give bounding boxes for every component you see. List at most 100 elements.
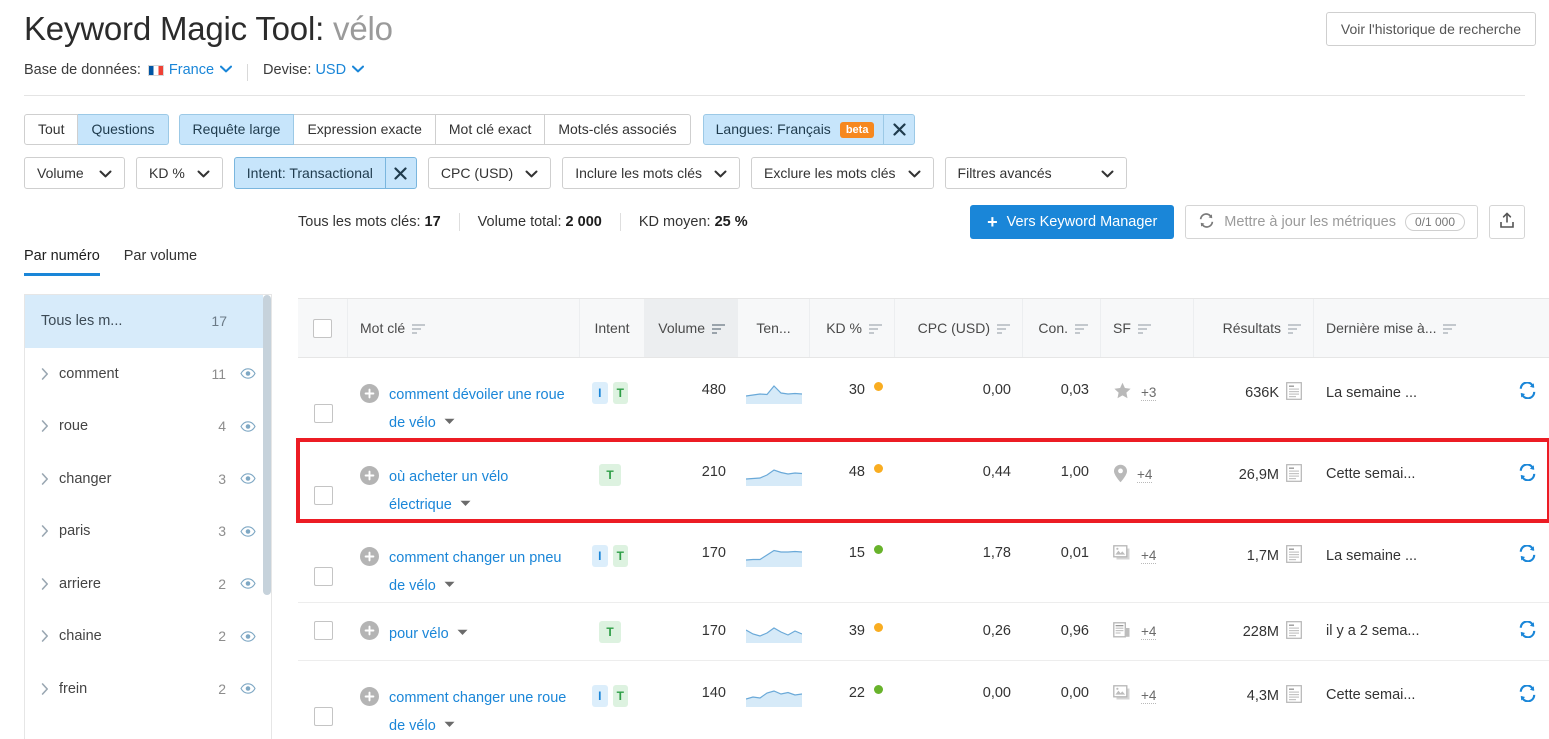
match-type-questions[interactable]: Questions xyxy=(78,114,169,145)
eye-icon[interactable] xyxy=(240,630,257,642)
add-keyword-icon[interactable] xyxy=(360,547,379,566)
language-filter-chip[interactable]: Langues: Français beta xyxy=(702,114,916,145)
keyword-link[interactable]: pour vélo xyxy=(389,619,468,647)
select-all-checkbox[interactable] xyxy=(313,318,332,338)
include-keywords-dropdown[interactable]: Inclure les mots clés xyxy=(562,157,741,189)
eye-icon[interactable] xyxy=(240,683,257,695)
add-keyword-icon[interactable] xyxy=(360,384,379,403)
row-checkbox[interactable] xyxy=(313,485,333,505)
table-row[interactable]: où acheter un vélo électrique T 210 48 0… xyxy=(296,437,1549,523)
news-icon[interactable] xyxy=(1113,621,1132,643)
eye-icon[interactable] xyxy=(240,578,257,590)
serp-preview-icon[interactable] xyxy=(1286,545,1302,567)
cpc-filter-dropdown[interactable]: CPC (USD) xyxy=(427,157,552,189)
chevron-down-icon[interactable] xyxy=(444,711,455,737)
intent-badge-informational[interactable]: I xyxy=(592,545,608,567)
match-type-requete-large[interactable]: Requête large xyxy=(178,114,295,145)
remove-language-filter-button[interactable] xyxy=(883,115,914,144)
row-checkbox[interactable] xyxy=(313,567,333,586)
row-checkbox[interactable] xyxy=(313,706,333,726)
sidebar-item-paris[interactable]: paris 3 xyxy=(25,505,271,558)
kd-filter-dropdown[interactable]: KD % xyxy=(136,157,223,189)
eye-icon[interactable] xyxy=(240,473,257,485)
chevron-down-icon[interactable] xyxy=(444,408,455,434)
chevron-down-icon[interactable] xyxy=(352,65,365,73)
currency-value[interactable]: USD xyxy=(315,62,346,78)
serp-preview-icon[interactable] xyxy=(1286,684,1302,707)
chevron-down-icon[interactable] xyxy=(460,490,471,516)
column-header-keyword[interactable]: Mot clé xyxy=(348,299,580,357)
eye-icon[interactable] xyxy=(240,420,257,432)
database-value[interactable]: France xyxy=(169,62,214,78)
column-header-cpc[interactable]: CPC (USD) xyxy=(895,299,1023,357)
match-type-mot-cle-exact[interactable]: Mot clé exact xyxy=(435,114,546,145)
table-row[interactable]: comment changer une roue de vélo I T 140… xyxy=(298,660,1549,739)
column-header-competition[interactable]: Con. xyxy=(1023,299,1101,357)
sidebar-tab-par-numero[interactable]: Par numéro xyxy=(24,248,100,276)
serp-features-count[interactable]: +3 xyxy=(1141,385,1157,401)
intent-filter-chip[interactable]: Intent: Transactional xyxy=(233,157,417,189)
column-header-results[interactable]: Résultats xyxy=(1194,299,1314,357)
refresh-icon[interactable] xyxy=(1518,462,1537,485)
volume-filter-dropdown[interactable]: Volume xyxy=(24,157,125,189)
chevron-down-icon[interactable] xyxy=(457,619,468,645)
add-to-keyword-manager-button[interactable]: + Vers Keyword Manager xyxy=(970,205,1175,239)
column-header-last-update[interactable]: Dernière mise à... xyxy=(1314,299,1549,357)
sidebar-scrollbar-track[interactable] xyxy=(263,295,271,739)
match-type-tout[interactable]: Tout xyxy=(24,114,79,145)
match-type-mots-cles-associes[interactable]: Mots-clés associés xyxy=(545,114,691,145)
keyword-link[interactable]: comment changer un pneu de vélo xyxy=(389,545,568,599)
intent-badge-informational[interactable]: I xyxy=(592,684,608,707)
table-row[interactable]: comment dévoiler une roue de vélo I T 48… xyxy=(298,358,1549,440)
add-keyword-icon[interactable] xyxy=(360,465,379,485)
column-header-serp-features[interactable]: SF xyxy=(1101,299,1194,357)
map-pin-icon[interactable] xyxy=(1113,464,1128,487)
intent-badge-informational[interactable]: I xyxy=(592,382,608,404)
intent-badge-transactional[interactable]: T xyxy=(599,463,621,486)
intent-badge-transactional[interactable]: T xyxy=(599,620,621,643)
add-keyword-icon[interactable] xyxy=(360,686,379,706)
column-header-kd[interactable]: KD % xyxy=(810,299,895,357)
sidebar-tab-par-volume[interactable]: Par volume xyxy=(124,248,197,276)
serp-features-count[interactable]: +4 xyxy=(1141,688,1157,704)
sidebar-item-comment[interactable]: comment 11 xyxy=(25,348,271,401)
serp-features-count[interactable]: +4 xyxy=(1141,548,1157,564)
search-history-button[interactable]: Voir l'historique de recherche xyxy=(1325,12,1536,46)
sidebar-item-arriere[interactable]: arriere 2 xyxy=(25,558,271,611)
remove-intent-filter-button[interactable] xyxy=(384,158,416,188)
keyword-link[interactable]: comment dévoiler une roue de vélo xyxy=(389,382,568,436)
sidebar-item-roue[interactable]: roue 4 xyxy=(25,400,271,453)
serp-features-count[interactable]: +4 xyxy=(1137,467,1153,483)
add-keyword-icon[interactable] xyxy=(360,620,379,640)
image-pack-icon[interactable] xyxy=(1113,684,1132,707)
sidebar-scrollbar-thumb[interactable] xyxy=(263,295,271,595)
eye-icon[interactable] xyxy=(240,368,257,380)
refresh-icon[interactable] xyxy=(1518,544,1537,566)
export-button[interactable] xyxy=(1489,205,1525,239)
sidebar-item-chaine[interactable]: chaine 2 xyxy=(25,610,271,663)
image-pack-icon[interactable] xyxy=(1113,545,1132,567)
chevron-down-icon[interactable] xyxy=(220,65,233,73)
intent-badge-transactional[interactable]: T xyxy=(612,545,628,567)
sidebar-item-changer[interactable]: changer 3 xyxy=(25,453,271,506)
table-row[interactable]: pour vélo T 170 39 0,26 0,96 +4 228M il … xyxy=(298,602,1549,661)
intent-badge-transactional[interactable]: T xyxy=(612,684,628,707)
chevron-down-icon[interactable] xyxy=(444,571,455,597)
sidebar-item-tous-les-mots[interactable]: Tous les m... 17 xyxy=(25,295,271,348)
star-icon[interactable] xyxy=(1113,382,1132,404)
serp-preview-icon[interactable] xyxy=(1286,463,1302,486)
refresh-icon[interactable] xyxy=(1518,381,1537,403)
serp-features-count[interactable]: +4 xyxy=(1141,624,1157,640)
exclude-keywords-dropdown[interactable]: Exclure les mots clés xyxy=(751,157,934,189)
table-row[interactable]: comment changer un pneu de vélo I T 170 … xyxy=(298,521,1549,603)
keyword-link[interactable]: où acheter un vélo électrique xyxy=(389,464,568,518)
serp-preview-icon[interactable] xyxy=(1286,620,1302,643)
sidebar-item-frein[interactable]: frein 2 xyxy=(25,663,271,716)
eye-icon[interactable] xyxy=(240,525,257,537)
keyword-link[interactable]: comment changer une roue de vélo xyxy=(389,685,568,739)
serp-preview-icon[interactable] xyxy=(1286,382,1302,404)
intent-badge-transactional[interactable]: T xyxy=(612,382,628,404)
row-checkbox[interactable] xyxy=(313,404,333,423)
match-type-expression-exacte[interactable]: Expression exacte xyxy=(294,114,436,145)
update-metrics-button[interactable]: Mettre à jour les métriques 0/1 000 xyxy=(1185,205,1478,239)
